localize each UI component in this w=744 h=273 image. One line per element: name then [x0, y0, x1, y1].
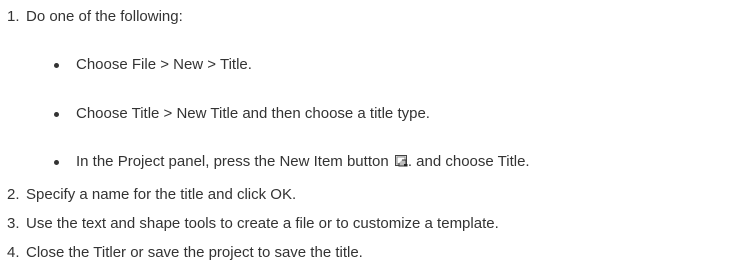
option-text: Choose Title > New Title and then choose… — [76, 105, 430, 122]
step-1: 1. Do one of the following: — [7, 7, 183, 27]
bullet-dot — [54, 160, 59, 165]
option-text-after: . and choose Title. — [407, 153, 530, 170]
bullet-dot — [54, 112, 59, 117]
new-item-icon — [394, 153, 408, 167]
step-text: Use the text and shape tools to create a… — [26, 215, 499, 232]
option-3: In the Project panel, press the New Item… — [76, 152, 530, 172]
bullet-dot — [54, 63, 59, 68]
step-2: 2. Specify a name for the title and click… — [7, 185, 296, 205]
step-text: Do one of the following: — [26, 8, 183, 25]
instructions-document: 1. Do one of the following: Choose File >… — [0, 0, 744, 273]
option-text: Choose File > New > Title. — [76, 56, 252, 73]
option-1: Choose File > New > Title. — [76, 55, 252, 75]
option-text: In the Project panel, press the New Item… — [76, 153, 389, 170]
option-2: Choose Title > New Title and then choose… — [76, 104, 430, 124]
step-number: 2. — [7, 186, 20, 203]
step-4: 4. Close the Titler or save the project t… — [7, 243, 363, 263]
step-number: 3. — [7, 215, 20, 232]
step-text: Specify a name for the title and click O… — [26, 186, 297, 203]
step-number: 1. — [7, 8, 20, 25]
step-text: Close the Titler or save the project to … — [26, 244, 363, 261]
step-number: 4. — [7, 244, 20, 261]
step-3: 3. Use the text and shape tools to create… — [7, 214, 499, 234]
